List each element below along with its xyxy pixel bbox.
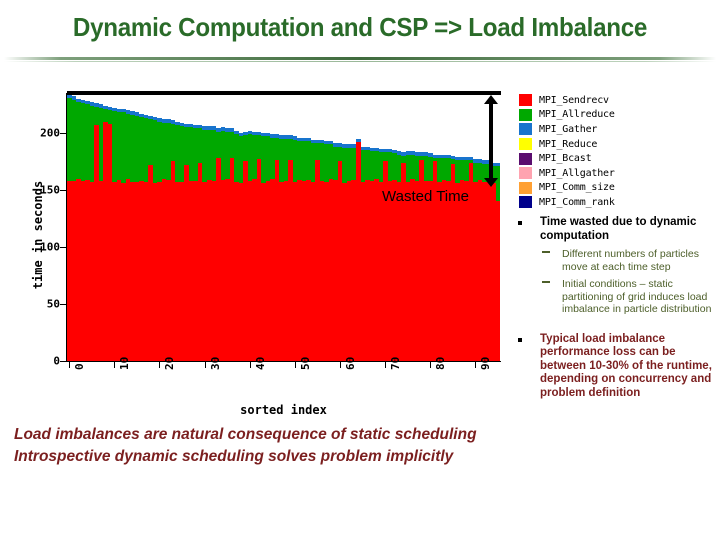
- x-axis-label: sorted index: [240, 403, 327, 417]
- reference-line: [67, 91, 501, 95]
- sub-bullet-item: Initial conditions – static partitioning…: [512, 278, 720, 316]
- legend-swatch-icon: [519, 138, 532, 151]
- legend-label: MPI_Comm_size: [539, 182, 615, 194]
- slide: Dynamic Computation and CSP => Load Imba…: [0, 0, 720, 540]
- legend-item: MPI_Reduce: [519, 137, 717, 152]
- x-tick-label: 80: [434, 356, 448, 370]
- wasted-time-double-arrow: [484, 95, 498, 187]
- arrow-head-down-icon: [484, 178, 498, 187]
- chart-legend: MPI_Sendrecv MPI_Allreduce MPI_Gather MPI_R…: [519, 93, 717, 210]
- legend-swatch-icon: [519, 94, 532, 107]
- stacked-bars: [67, 93, 500, 361]
- sub-bullet-text: Initial conditions – static partitioning…: [562, 278, 712, 315]
- bullet-marker-icon: [518, 337, 522, 342]
- bullet-marker-icon: [518, 221, 522, 225]
- x-tick-label: 40: [253, 356, 267, 370]
- legend-label: MPI_Bcast: [539, 153, 592, 165]
- x-tick-mark: [430, 362, 432, 368]
- plot-area: [67, 93, 500, 361]
- legend-swatch-icon: [519, 152, 532, 165]
- bar-segment: [495, 201, 500, 361]
- legend-item: MPI_Gather: [519, 122, 717, 137]
- caption-line-1: Load imbalances are natural consequence …: [14, 426, 477, 443]
- x-tick-mark: [384, 362, 386, 368]
- legend-item: MPI_Allreduce: [519, 108, 717, 123]
- legend-swatch-icon: [519, 108, 532, 121]
- legend-label: MPI_Gather: [539, 123, 598, 135]
- arrow-shaft: [489, 102, 493, 180]
- legend-swatch-icon: [519, 167, 532, 180]
- title-divider-shadow: [4, 61, 716, 62]
- legend-item: MPI_Allgather: [519, 166, 717, 181]
- title-divider: [4, 57, 716, 60]
- x-tick-mark: [204, 362, 206, 368]
- chart: 0 50 100 150 200 time in seconds Wasted Time…: [0, 78, 512, 417]
- legend-swatch-icon: [519, 196, 532, 209]
- bullet-item: Typical load imbalance performance loss …: [512, 333, 720, 401]
- legend-swatch-icon: [519, 123, 532, 136]
- legend-label: MPI_Allgather: [539, 167, 615, 179]
- x-tick-mark: [339, 362, 341, 368]
- y-tick-label: 50: [46, 297, 60, 311]
- sub-bullet-text: Different numbers of particles move at e…: [562, 248, 699, 273]
- y-tick-label: 0: [53, 354, 60, 368]
- legend-item: MPI_Comm_rank: [519, 195, 717, 210]
- legend-label: MPI_Sendrecv: [539, 94, 609, 106]
- bullet-text: Typical load imbalance performance loss …: [540, 332, 712, 399]
- bullet-text: Time wasted due to dynamic computation: [540, 216, 697, 242]
- sub-bullet-dash-icon: [542, 281, 550, 283]
- x-tick-label: 0: [73, 363, 87, 370]
- x-tick-mark: [294, 362, 296, 368]
- bottom-caption: Load imbalances are natural consequence …: [14, 424, 544, 468]
- x-tick-label: 50: [298, 356, 312, 370]
- x-axis-ticks: 0 10 20 30 40 50 60 70 80 90: [67, 357, 500, 408]
- x-tick-label: 10: [118, 356, 132, 370]
- legend-swatch-icon: [519, 181, 532, 194]
- legend-item: MPI_Bcast: [519, 151, 717, 166]
- legend-item: MPI_Sendrecv: [519, 93, 717, 108]
- x-tick-label: 30: [208, 356, 222, 370]
- x-tick-label: 60: [343, 356, 357, 370]
- x-tick-mark: [249, 362, 251, 368]
- y-axis-label: time in seconds: [31, 180, 45, 290]
- bullet-list: Time wasted due to dynamic computation Di…: [512, 216, 720, 400]
- caption-line-2: Introspective dynamic scheduling solves …: [14, 448, 454, 465]
- sub-bullet-item: Different numbers of particles move at e…: [512, 248, 720, 273]
- legend-item: MPI_Comm_size: [519, 181, 717, 196]
- sub-bullet-dash-icon: [542, 251, 550, 253]
- wasted-time-label: Wasted Time: [382, 188, 469, 205]
- legend-label: MPI_Comm_rank: [539, 196, 615, 208]
- x-tick-mark: [475, 362, 477, 368]
- x-tick-label: 20: [163, 356, 177, 370]
- legend-label: MPI_Allreduce: [539, 109, 615, 121]
- x-tick-label: 70: [388, 356, 402, 370]
- bullet-item: Time wasted due to dynamic computation: [512, 216, 720, 243]
- x-tick-label: 90: [479, 356, 493, 370]
- x-tick-mark: [114, 362, 116, 368]
- x-tick-mark: [69, 362, 71, 368]
- page-title: Dynamic Computation and CSP => Load Imba…: [72, 12, 648, 42]
- legend-label: MPI_Reduce: [539, 138, 598, 150]
- x-tick-mark: [159, 362, 161, 368]
- y-axis-ticks: 0 50 100 150 200: [0, 93, 66, 368]
